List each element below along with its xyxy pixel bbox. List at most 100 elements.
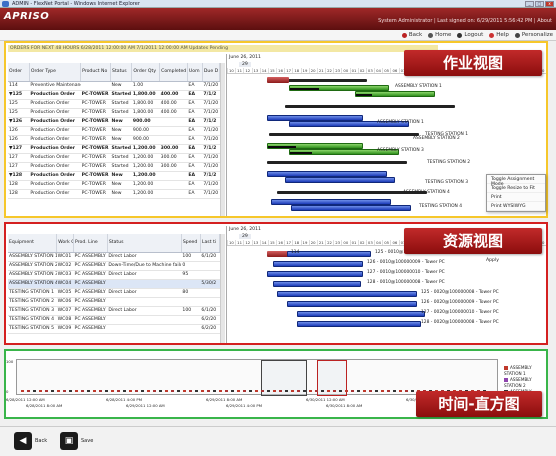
grid-cell: PC-TOWER: [80, 99, 111, 109]
nav-logout[interactable]: Logout: [457, 32, 483, 38]
column-header[interactable]: Status: [110, 63, 133, 82]
grid-cell: New: [110, 189, 132, 199]
order-row[interactable]: 126 Production Order PC-TOWER New 900.00 EA 7/…: [8, 135, 220, 145]
nav-back[interactable]: Back: [401, 32, 422, 38]
grid-cell: PC ASSEMBLY 3: [73, 270, 108, 280]
equipment-row[interactable]: TESTING STATION 4 WC08 PC ASSEMBLY 4 6/2/20: [8, 315, 220, 325]
equipment-row[interactable]: ASSEMBLY STATION 1 WC01 PC ASSEMBLY 1 Direc…: [8, 252, 220, 262]
histogram-bar: [105, 390, 108, 392]
column-header[interactable]: Uom: [187, 63, 203, 82]
grid-cell: 7/1/20: [202, 99, 220, 109]
operation-bar[interactable]: [285, 177, 395, 183]
histogram-plot[interactable]: [16, 359, 498, 396]
resource-bar[interactable]: [273, 261, 363, 267]
grid-cell: EA: [187, 99, 203, 109]
close-button[interactable]: x: [545, 1, 554, 7]
operation-bar[interactable]: [267, 77, 289, 83]
order-row[interactable]: 128 Production Order PC-TOWER New 1,200.00 EA…: [8, 189, 220, 199]
grid-cell: 126: [8, 135, 30, 145]
save-icon: ▣: [60, 432, 78, 450]
grid-cell: EA: [187, 117, 203, 127]
nav-home[interactable]: Home: [428, 32, 451, 38]
column-header[interactable]: Prod. Line: [73, 234, 108, 253]
order-row[interactable]: 125 Production Order PC-TOWER Started 1,800.…: [8, 99, 220, 109]
time-tick: 6/28/2011 4:00 PM: [106, 397, 142, 402]
grid-cell: ASSEMBLY STATION 1: [8, 252, 57, 262]
save-button[interactable]: ▣ Save: [60, 432, 93, 450]
column-header[interactable]: Work C: [56, 234, 75, 253]
histogram-bar: [309, 390, 312, 392]
back-arrow-icon: [401, 32, 407, 38]
equipment-row[interactable]: TESTING STATION 3 WC07 PC ASSEMBLY 3 Direct…: [8, 306, 220, 316]
summary-bar[interactable]: [267, 161, 407, 164]
histogram-bar: [387, 390, 390, 392]
context-menu-item[interactable]: Toggle Resize to Fit: [487, 184, 545, 193]
column-header[interactable]: Equipment: [8, 234, 58, 253]
resource-bar[interactable]: [287, 301, 417, 307]
equipment-row[interactable]: TESTING STATION 5 WC09 PC ASSEMBLY 5 6/2/20: [8, 324, 220, 334]
equipment-row[interactable]: TESTING STATION 2 WC06 PC ASSEMBLY 2: [8, 297, 220, 307]
resource-bar[interactable]: [297, 311, 425, 317]
column-header[interactable]: Product No: [80, 63, 112, 82]
hour-tick: 17: [284, 68, 292, 73]
column-header[interactable]: Due D: [202, 63, 220, 82]
column-header[interactable]: Last ti: [200, 234, 220, 253]
summary-bar[interactable]: [269, 133, 419, 136]
orders-grid-scrollbar[interactable]: [220, 63, 225, 216]
back-button[interactable]: ◀ Back: [14, 432, 47, 450]
time-tick: 6/29/2011 4:00 PM: [226, 403, 262, 408]
bar-label: 128 - 0020@100000008 - Tower PC: [421, 320, 499, 325]
order-row[interactable]: 128 Production Order PC-TOWER New 1,200.00 EA…: [8, 180, 220, 190]
order-row[interactable]: 125 Production Order PC-TOWER Started 1,800.…: [8, 108, 220, 118]
context-menu-item[interactable]: Print: [487, 193, 545, 202]
resource-bar[interactable]: [277, 291, 417, 297]
column-header[interactable]: Completed: [159, 63, 188, 82]
resource-bar[interactable]: [273, 281, 361, 287]
context-menu-item[interactable]: Print WYSIWYG: [487, 202, 545, 211]
equipment-row[interactable]: TESTING STATION 1 WC05 PC ASSEMBLY 1 Direct…: [8, 288, 220, 298]
column-header[interactable]: Order Qty: [131, 63, 161, 82]
column-header[interactable]: Order Type: [29, 63, 82, 82]
resource-bar[interactable]: [267, 271, 363, 277]
equipment-row[interactable]: ASSEMBLY STATION 4 WC04 PC ASSEMBLY 4 5/30/…: [8, 279, 220, 289]
order-row[interactable]: ▼125 Production Order PC-TOWER Started 1,800…: [8, 90, 220, 100]
grid-cell: 1.00: [131, 81, 160, 91]
resource-bar[interactable]: [297, 321, 421, 327]
equipment-grid-scrollbar[interactable]: [220, 234, 225, 343]
summary-bar[interactable]: [285, 105, 455, 108]
bar-label: ASSEMBLY STATION 2: [413, 136, 460, 141]
column-header[interactable]: Order: [8, 63, 30, 82]
equipment-row[interactable]: ASSEMBLY STATION 2 WC02 PC ASSEMBLY 2 Down-…: [8, 261, 220, 271]
grid-cell: 0: [181, 261, 201, 271]
resource-bar[interactable]: [287, 251, 371, 257]
order-row[interactable]: ▼127 Production Order PC-TOWER Started 1,200…: [8, 144, 220, 154]
histogram-bar: [237, 390, 240, 392]
order-row[interactable]: ▼128 Production Order PC-TOWER New 1,200.00 E…: [8, 171, 220, 181]
grid-cell: TESTING STATION 4: [8, 315, 57, 325]
column-header[interactable]: Speed: [181, 234, 201, 253]
time-tick: 6/30/2011 12:00 AM: [306, 397, 345, 402]
minimize-button[interactable]: _: [525, 1, 534, 7]
histogram-bar: [273, 390, 276, 392]
nav-personalize[interactable]: Personalize: [514, 32, 553, 38]
grid-cell: PC ASSEMBLY 1: [73, 252, 108, 262]
operation-bar[interactable]: [355, 91, 435, 97]
apply-menu-item[interactable]: Apply: [486, 258, 499, 263]
bar-label: 128 - 0010@100000008 - Tower PC: [367, 280, 445, 285]
footer-toolbar: ◀ Back ▣ Save: [0, 426, 556, 456]
order-row[interactable]: ▼126 Production Order PC-TOWER New 900.00 EA 7…: [8, 117, 220, 127]
equipment-row[interactable]: ASSEMBLY STATION 3 WC03 PC ASSEMBLY 3 Direc…: [8, 270, 220, 280]
grid-cell: 7/1/2: [202, 117, 220, 127]
histogram-bar: [99, 390, 102, 392]
order-row[interactable]: 127 Production Order PC-TOWER Started 1,200.…: [8, 162, 220, 172]
column-header[interactable]: Status: [107, 234, 182, 253]
operation-bar[interactable]: [291, 205, 411, 211]
order-row[interactable]: 127 Production Order PC-TOWER Started 1,200.…: [8, 153, 220, 163]
maximize-button[interactable]: □: [535, 1, 544, 7]
order-row[interactable]: 114 Preventive Maintenance New 1.00 EA 7/1/20: [8, 81, 220, 91]
order-row[interactable]: 126 Production Order PC-TOWER New 900.00 EA 7/…: [8, 126, 220, 136]
resource-bar[interactable]: [267, 251, 289, 257]
context-menu-item[interactable]: Toggle Assignment Mode: [487, 175, 545, 187]
bar-label: 127 - 0020@100000010 - Tower PC: [421, 310, 499, 315]
nav-help[interactable]: Help: [489, 32, 509, 38]
